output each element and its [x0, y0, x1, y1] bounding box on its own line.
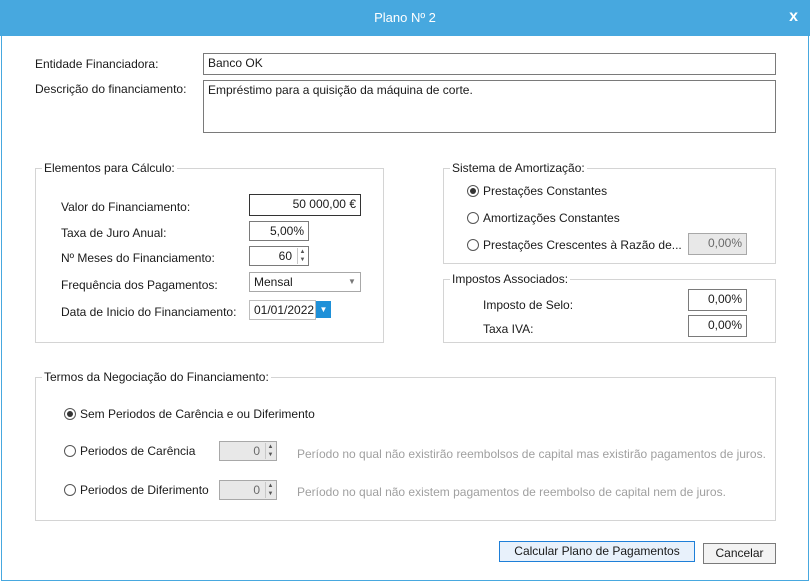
title-bar: Plano Nº 2 x: [0, 0, 810, 36]
terms-option3-label[interactable]: Periodos de Diferimento: [80, 483, 209, 497]
cancel-button[interactable]: Cancelar: [703, 543, 776, 564]
deferral-period-stepper[interactable]: ▲ ▼: [265, 482, 275, 498]
rate-label: Taxa de Juro Anual:: [61, 226, 167, 240]
terms-legend: Termos da Negociação do Financiamento:: [42, 370, 271, 384]
grace-period-hint: Período no qual não existirão reembolsos…: [297, 447, 766, 461]
deferral-period-hint: Período no qual não existem pagamentos d…: [297, 485, 726, 499]
amount-field[interactable]: 50 000,00 €: [249, 194, 361, 216]
entity-label: Entidade Financiadora:: [35, 57, 159, 71]
description-field[interactable]: Empréstimo para a quisição da máquina de…: [203, 80, 776, 133]
frequency-select[interactable]: Mensal ▼: [249, 272, 361, 292]
vat-label: Taxa IVA:: [483, 322, 534, 336]
terms-option2-label[interactable]: Periodos de Carência: [80, 444, 195, 458]
amortization-legend: Sistema de Amortização:: [450, 161, 587, 175]
rate-field[interactable]: 5,00%: [249, 221, 309, 241]
months-label: Nº Meses do Financiamento:: [61, 251, 215, 265]
calculate-button[interactable]: Calcular Plano de Pagamentos: [499, 541, 695, 562]
amortization-option3-radio[interactable]: [467, 239, 479, 251]
grace-period-stepper[interactable]: ▲ ▼: [265, 443, 275, 459]
terms-option3-radio[interactable]: [64, 484, 76, 496]
stamp-tax-label: Imposto de Selo:: [483, 298, 574, 312]
start-date-label: Data de Inicio do Financiamento:: [61, 305, 237, 319]
stamp-tax-field[interactable]: 0,00%: [688, 289, 747, 311]
taxes-legend: Impostos Associados:: [450, 272, 571, 286]
chevron-down-icon[interactable]: ▼: [344, 273, 360, 291]
close-icon[interactable]: x: [789, 8, 798, 26]
amount-label: Valor do Financiamento:: [61, 200, 191, 214]
terms-option1-radio[interactable]: [64, 408, 76, 420]
description-label: Descrição do financiamento:: [35, 82, 187, 96]
amortization-option2-radio[interactable]: [467, 212, 479, 224]
calendar-dropdown-icon[interactable]: ▼: [316, 301, 331, 318]
terms-option2-radio[interactable]: [64, 445, 76, 457]
frequency-value: Mensal: [254, 275, 293, 289]
terms-option1-label[interactable]: Sem Periodos de Carência e ou Diferiment…: [80, 407, 315, 421]
amortization-option1-label[interactable]: Prestações Constantes: [483, 184, 607, 198]
amortization-option3-label[interactable]: Prestações Crescentes à Razão de...: [483, 238, 682, 252]
vat-field[interactable]: 0,00%: [688, 315, 747, 337]
calc-legend: Elementos para Cálculo:: [42, 161, 177, 175]
frequency-label: Frequência dos Pagamentos:: [61, 278, 218, 292]
start-date-field[interactable]: 01/01/2022: [249, 300, 316, 320]
entity-field[interactable]: Banco OK: [203, 53, 776, 75]
months-stepper[interactable]: ▲ ▼: [297, 248, 307, 264]
amortization-option2-label[interactable]: Amortizações Constantes: [483, 211, 620, 225]
amortization-option1-radio[interactable]: [467, 185, 479, 197]
window-title: Plano Nº 2: [374, 10, 436, 25]
growth-rate-field[interactable]: 0,00%: [688, 233, 747, 255]
